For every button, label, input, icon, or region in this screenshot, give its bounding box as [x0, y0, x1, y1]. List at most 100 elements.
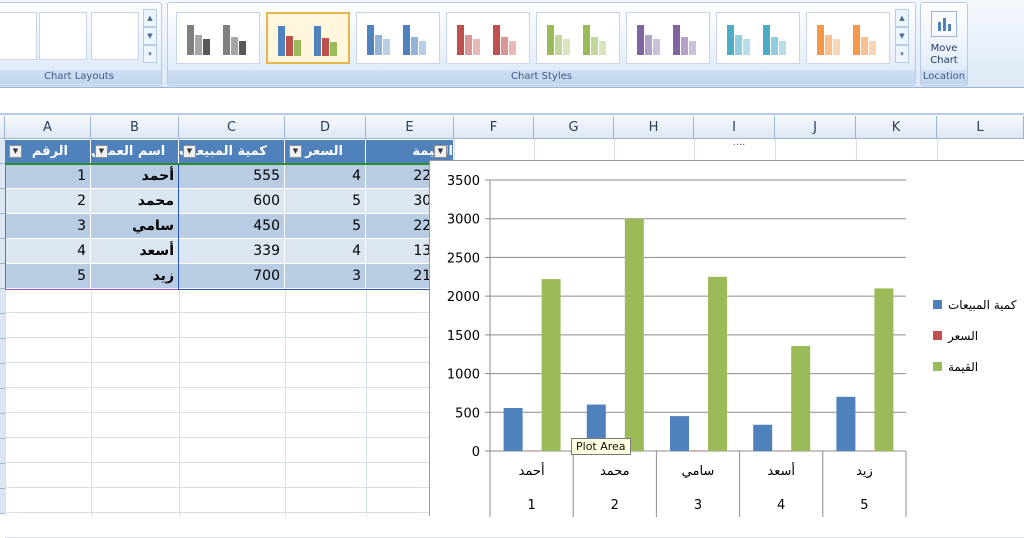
style-preview-bar — [239, 41, 246, 55]
chart-handle-dots[interactable]: .... — [724, 136, 754, 150]
chart-style-thumb[interactable] — [176, 12, 260, 64]
scroll-down-icon[interactable]: ▼ — [143, 27, 157, 45]
bar — [708, 277, 727, 451]
legend-entry: السعر — [947, 329, 978, 344]
category-label: زيد — [856, 464, 873, 479]
style-preview-bar — [509, 41, 516, 55]
filter-dropdown-icon[interactable]: ▼ — [183, 145, 196, 158]
bar — [836, 397, 855, 451]
column-header-g[interactable]: G — [534, 116, 614, 139]
style-preview-bar — [465, 35, 472, 55]
move-chart-line1: Move — [921, 43, 967, 55]
move-chart-line2: Chart — [921, 55, 967, 67]
style-preview-bar — [583, 25, 590, 55]
chart-area[interactable]: 0500100015002000250030003500أحمد1محمد2سا… — [429, 160, 1024, 516]
style-preview-bar — [195, 35, 202, 55]
chart-styles-scroll[interactable]: ▲ ▼ ▾ — [895, 9, 909, 65]
filter-dropdown-icon[interactable]: ▼ — [95, 145, 108, 158]
chart-layout-thumb[interactable] — [91, 12, 139, 60]
chart-style-thumb[interactable] — [716, 12, 800, 64]
y-tick-label: 3500 — [447, 174, 480, 189]
move-chart-icon[interactable] — [931, 11, 957, 37]
column-header-c[interactable]: C — [179, 116, 285, 139]
chart-style-thumb[interactable] — [266, 12, 350, 64]
style-preview-bar — [833, 39, 840, 55]
style-preview-bar — [286, 36, 293, 56]
chart-icon — [932, 12, 956, 36]
table-header-cell[interactable]: الرقم▼ — [5, 140, 91, 163]
style-preview-bar — [419, 41, 426, 55]
style-preview-bar — [367, 25, 374, 55]
y-tick-label: 1000 — [447, 368, 480, 383]
category-number-label: 3 — [694, 498, 702, 513]
column-header-d[interactable]: D — [285, 116, 366, 139]
style-preview-bar — [187, 25, 194, 55]
category-label: أحمد — [519, 462, 545, 479]
filter-dropdown-icon[interactable]: ▼ — [289, 145, 302, 158]
style-preview-bar — [681, 37, 688, 55]
column-header-j[interactable]: J — [775, 116, 856, 139]
column-header-f[interactable]: F — [454, 116, 534, 139]
style-preview-bar — [825, 35, 832, 55]
style-preview-bar — [203, 39, 210, 55]
category-number-label: 4 — [777, 498, 785, 513]
chart-layouts-scroll[interactable]: ▲ ▼ ▾ — [143, 9, 157, 65]
column-chart[interactable]: 0500100015002000250030003500أحمد1محمد2سا… — [430, 161, 1024, 517]
style-preview-bar — [763, 25, 770, 55]
column-header-l[interactable]: L — [937, 116, 1024, 139]
y-tick-label: 0 — [472, 445, 480, 460]
y-tick-label: 1500 — [447, 329, 480, 344]
move-chart-button[interactable]: Move Chart — [921, 43, 967, 67]
table-header-cell[interactable]: اسم العميل▼ — [91, 140, 179, 163]
style-preview-bar — [411, 37, 418, 55]
bar — [753, 425, 772, 451]
scroll-down-icon[interactable]: ▼ — [895, 27, 909, 45]
chart-styles-label: Chart Styles — [168, 70, 915, 84]
column-header-k[interactable]: K — [856, 116, 937, 139]
style-preview-bar — [853, 25, 860, 55]
style-preview-bar — [403, 25, 410, 55]
column-header-e[interactable]: E — [366, 116, 454, 139]
filter-dropdown-icon[interactable]: ▼ — [9, 145, 22, 158]
column-header-a[interactable]: A — [5, 116, 91, 139]
location-label: Location — [921, 70, 967, 84]
chart-style-thumb[interactable] — [806, 12, 890, 64]
legend-entry: كمية المبيعات — [948, 298, 1017, 312]
more-icon[interactable]: ▾ — [143, 45, 157, 63]
scroll-up-icon[interactable]: ▲ — [143, 9, 157, 27]
chart-style-thumb[interactable] — [536, 12, 620, 64]
style-preview-bar — [555, 35, 562, 55]
category-number-label: 1 — [527, 498, 535, 513]
chart-layout-thumb[interactable] — [0, 12, 37, 60]
chart-style-thumb[interactable] — [356, 12, 440, 64]
category-label: محمد — [600, 464, 630, 479]
chart-layout-thumb[interactable] — [39, 12, 87, 60]
formula-area — [0, 89, 1024, 115]
column-header-b[interactable]: B — [91, 116, 179, 139]
table-header-cell[interactable]: كمية المبيعات▼ — [179, 140, 285, 163]
style-preview-bar — [861, 37, 868, 55]
chart-style-thumb[interactable] — [446, 12, 530, 64]
bar — [670, 416, 689, 451]
ribbon: ▲ ▼ ▾ Chart Layouts ▲ ▼ ▾ Chart Styles M… — [0, 0, 1024, 88]
table-header-cell[interactable]: السعر▼ — [285, 140, 366, 163]
style-preview-bar — [869, 41, 876, 55]
style-preview-bar — [375, 35, 382, 55]
more-icon[interactable]: ▾ — [895, 45, 909, 63]
style-preview-bar — [599, 41, 606, 55]
column-header-h[interactable]: H — [614, 116, 694, 139]
bar — [791, 346, 810, 451]
style-preview-bar — [735, 35, 742, 55]
style-preview-bar — [727, 25, 734, 55]
scroll-up-icon[interactable]: ▲ — [895, 9, 909, 27]
legend-swatch — [933, 362, 942, 371]
style-preview-bar — [645, 35, 652, 55]
style-preview-bar — [330, 42, 337, 56]
y-tick-label: 2500 — [447, 251, 480, 266]
style-preview-bar — [563, 39, 570, 55]
filter-dropdown-icon[interactable]: ▼ — [434, 145, 447, 158]
style-preview-bar — [689, 41, 696, 55]
style-preview-bar — [493, 25, 500, 55]
legend-entry: القيمة — [948, 360, 978, 374]
chart-style-thumb[interactable] — [626, 12, 710, 64]
